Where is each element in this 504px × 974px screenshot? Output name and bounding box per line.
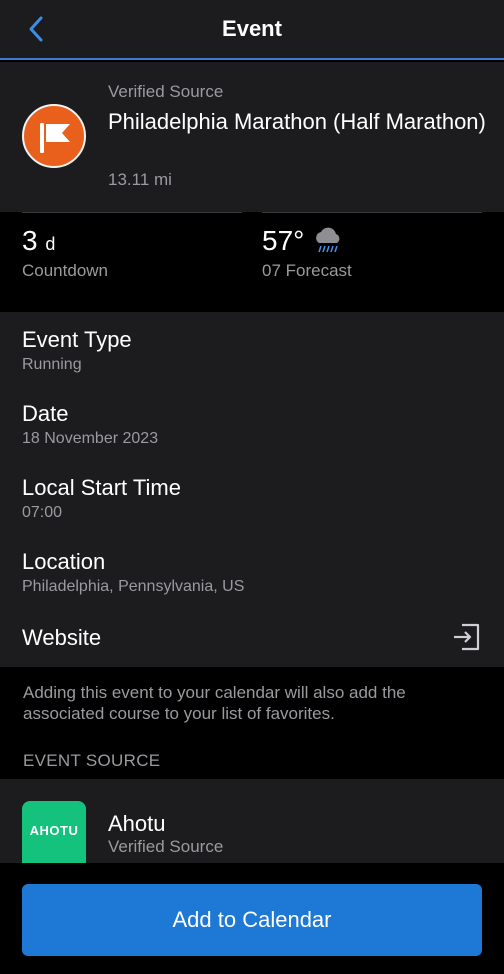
temperature-value: 57° xyxy=(262,225,305,256)
event-source-item[interactable]: AHOTU Ahotu Verified Source xyxy=(0,779,504,863)
countdown-stat: 3 d Countdown xyxy=(22,212,242,282)
countdown-label: Countdown xyxy=(22,261,109,280)
countdown-unit: d xyxy=(45,234,56,254)
location-value: Philadelphia, Pennsylvania, US xyxy=(22,578,245,595)
date-row: Date 18 November 2023 xyxy=(22,401,482,448)
website-row[interactable]: Website xyxy=(22,625,482,651)
source-subtitle: Verified Source xyxy=(108,837,224,856)
website-label[interactable]: Website xyxy=(22,625,482,651)
event-distance: 13.11 mi xyxy=(108,170,172,189)
countdown-value: 3 xyxy=(22,225,38,256)
event-name: Philadelphia Marathon (Half Marathon) xyxy=(108,109,486,134)
forecast-stat: 57° 07 Forecast xyxy=(262,212,482,282)
calendar-note: Adding this event to your calendar will … xyxy=(23,683,406,723)
start-time-value: 07:00 xyxy=(22,504,63,521)
event-stats: 3 d Countdown 57° 07 Forecast xyxy=(0,212,504,312)
flag-icon xyxy=(40,123,70,153)
location-label: Location xyxy=(22,549,106,574)
event-badge xyxy=(22,104,86,168)
date-label: Date xyxy=(22,401,69,426)
event-source-heading: EVENT SOURCE xyxy=(23,751,161,770)
source-logo-text: AHOTU xyxy=(29,823,79,838)
start-time-label: Local Start Time xyxy=(22,475,181,500)
event-type-row: Event Type Running xyxy=(22,327,482,374)
date-value: 18 November 2023 xyxy=(22,430,159,447)
event-summary: Verified Source Philadelphia Marathon (H… xyxy=(0,62,504,212)
verified-source-label: Verified Source xyxy=(108,82,224,101)
location-row: Location Philadelphia, Pennsylvania, US xyxy=(22,549,482,596)
event-type-label: Event Type xyxy=(22,327,132,352)
external-link-icon[interactable] xyxy=(452,622,482,652)
source-name: Ahotu xyxy=(108,811,166,836)
nav-bar: Event xyxy=(0,0,504,60)
bottom-bar: Add to Calendar xyxy=(0,863,504,974)
rain-cloud-icon xyxy=(316,227,340,253)
add-to-calendar-button[interactable]: Add to Calendar xyxy=(22,884,482,956)
event-type-value: Running xyxy=(22,356,82,373)
start-time-row: Local Start Time 07:00 xyxy=(22,475,482,522)
source-logo: AHOTU xyxy=(22,801,86,863)
page-title: Event xyxy=(222,16,282,41)
event-details: Event Type Running Date 18 November 2023… xyxy=(0,312,504,667)
forecast-label: 07 Forecast xyxy=(262,261,352,280)
